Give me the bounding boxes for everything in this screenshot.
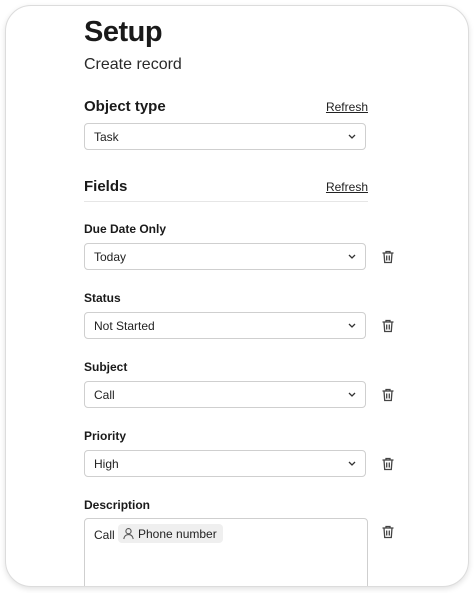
trash-icon[interactable] [381, 319, 395, 333]
fields-header: Fields Refresh [84, 178, 368, 198]
object-type-header: Object type Refresh [84, 98, 368, 118]
chevron-down-icon [348, 254, 356, 259]
object-type-refresh-link[interactable]: Refresh [326, 100, 368, 114]
priority-select[interactable]: High [84, 450, 366, 477]
chevron-down-icon [348, 392, 356, 397]
phone-number-token[interactable]: Phone number [118, 524, 223, 543]
subject-value: Call [94, 388, 115, 402]
trash-icon[interactable] [381, 388, 395, 402]
subject-select[interactable]: Call [84, 381, 366, 408]
trash-icon[interactable] [381, 250, 395, 264]
description-textarea[interactable]: Call Phone number [84, 518, 368, 586]
status-value: Not Started [94, 319, 155, 333]
field-label-description: Description [84, 498, 151, 512]
page-title: Setup [84, 16, 163, 48]
due-date-value: Today [94, 250, 127, 264]
trash-icon[interactable] [381, 457, 395, 471]
chevron-down-icon [348, 323, 356, 328]
person-icon [123, 528, 134, 540]
object-type-title: Object type [84, 98, 166, 115]
fields-title: Fields [84, 178, 128, 195]
trash-icon[interactable] [381, 525, 395, 539]
chevron-down-icon [348, 461, 356, 466]
object-type-value: Task [94, 130, 119, 144]
status-select[interactable]: Not Started [84, 312, 366, 339]
field-label-due-date: Due Date Only [84, 222, 167, 236]
field-label-priority: Priority [84, 429, 127, 443]
due-date-select[interactable]: Today [84, 243, 366, 270]
phone-number-token-label: Phone number [138, 526, 217, 541]
fields-refresh-link[interactable]: Refresh [326, 180, 368, 194]
page-subtitle: Create record [84, 56, 182, 73]
object-type-select[interactable]: Task [84, 123, 366, 150]
fields-divider [84, 201, 368, 202]
setup-card: Setup Create record Object type Refresh … [5, 5, 469, 587]
priority-value: High [94, 457, 119, 471]
field-label-subject: Subject [84, 360, 128, 374]
description-text: Call [94, 528, 115, 542]
field-label-status: Status [84, 291, 121, 305]
chevron-down-icon [348, 134, 356, 139]
